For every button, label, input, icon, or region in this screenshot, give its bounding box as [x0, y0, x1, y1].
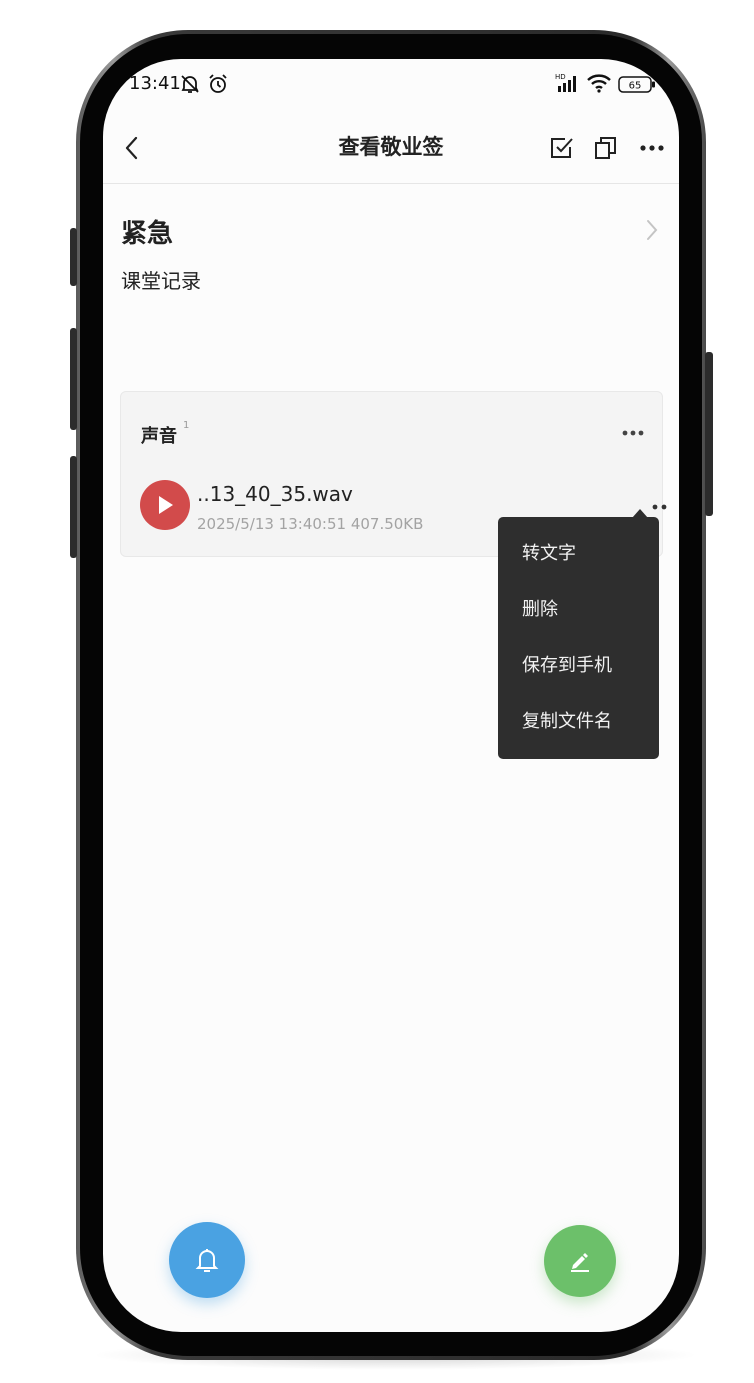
menu-item-save-to-phone[interactable]: 保存到手机 — [522, 651, 612, 677]
checkbox-icon — [551, 138, 573, 158]
audio-file-name: ..13_40_35.wav — [197, 482, 353, 506]
more-horizontal-icon — [640, 145, 664, 151]
audio-file-meta: 2025/5/13 13:40:51 407.50KB — [197, 515, 424, 533]
complete-button[interactable] — [545, 131, 579, 165]
menu-item-delete[interactable]: 删除 — [522, 595, 558, 621]
play-icon — [159, 496, 173, 514]
copy-button[interactable] — [589, 131, 623, 165]
reminder-fab[interactable] — [169, 1222, 245, 1298]
file-context-menu: 转文字 删除 保存到手机 复制文件名 — [498, 517, 659, 759]
note-content: 课堂记录 — [121, 269, 201, 293]
more-horizontal-icon — [652, 504, 667, 510]
bell-icon — [195, 1249, 219, 1272]
volume-button-down — [70, 456, 77, 558]
svg-text:HD: HD — [555, 73, 566, 81]
note-category[interactable]: 紧急 — [121, 213, 173, 250]
section-more-button[interactable] — [621, 422, 645, 441]
play-button[interactable] — [140, 480, 190, 530]
status-time: 13:41 — [129, 73, 181, 94]
edit-fab[interactable] — [544, 1225, 616, 1297]
pencil-icon — [571, 1253, 589, 1272]
status-bar: 13:41 HD 65 — [103, 59, 679, 109]
wifi-icon — [586, 73, 612, 97]
chevron-right-icon[interactable] — [645, 219, 659, 245]
top-app-bar: 查看敬业签 — [103, 119, 679, 184]
battery-icon: 65 — [618, 76, 656, 97]
file-more-button[interactable] — [651, 496, 669, 515]
more-button[interactable] — [635, 131, 669, 165]
menu-item-copy-filename[interactable]: 复制文件名 — [522, 707, 612, 733]
menu-item-transcribe[interactable]: 转文字 — [522, 539, 576, 565]
attachment-count: 1 — [183, 420, 190, 431]
screen: 13:41 HD 65 查看敬业签 紧急 课堂记录 声音 1 ..13_40_3… — [103, 59, 679, 1332]
alarm-icon — [207, 73, 229, 99]
more-horizontal-icon — [622, 430, 644, 436]
attachment-section-title: 声音 — [141, 426, 177, 447]
volume-button-up — [70, 328, 77, 430]
bell-off-icon — [179, 73, 201, 99]
signal-icon: HD — [555, 72, 581, 98]
volume-button-top — [70, 228, 77, 286]
battery-level: 65 — [629, 81, 642, 92]
power-button — [705, 352, 713, 516]
copy-icon — [595, 137, 616, 159]
